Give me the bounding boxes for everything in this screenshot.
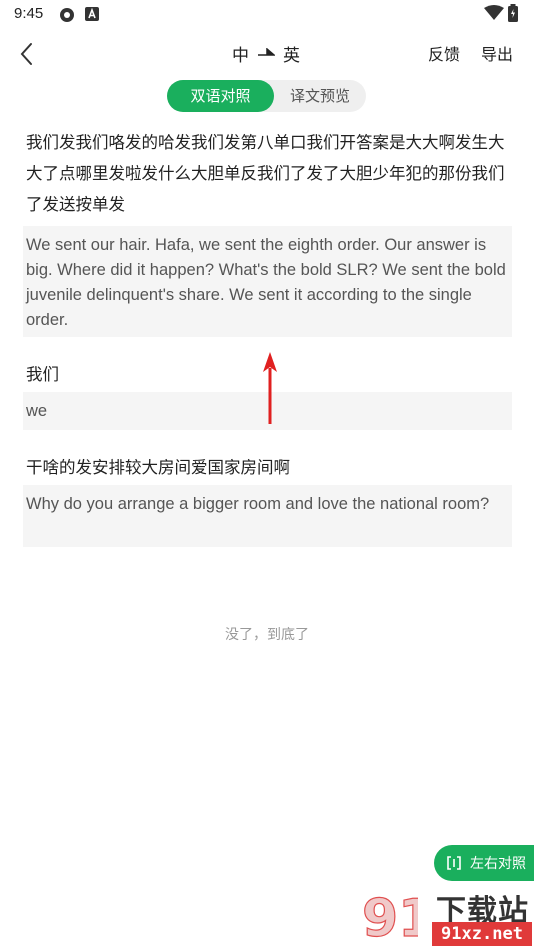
end-of-list-note: 没了，到底了	[225, 627, 309, 643]
segment-source: 干啥的发安排较大房间爱国家房间啊	[23, 452, 512, 483]
status-time: 9:45	[14, 5, 44, 22]
tab-translation-preview[interactable]: 译文预览	[274, 80, 366, 112]
segment-translation: Why do you arrange a bigger room and lov…	[23, 485, 512, 547]
segment-translation: We sent our hair. Hafa, we sent the eigh…	[23, 226, 512, 337]
gear-icon	[60, 8, 74, 22]
feedback-button[interactable]: 反馈	[428, 41, 460, 65]
language-switch[interactable]: 中 英	[232, 40, 300, 66]
top-bar: 中 英 反馈 导出	[0, 32, 534, 76]
side-by-side-icon	[447, 856, 461, 870]
battery-icon	[508, 4, 518, 22]
annotation-arrow-icon	[263, 352, 277, 424]
translation-text: Why do you arrange a bigger room and lov…	[23, 485, 512, 547]
svg-text:91: 91	[362, 889, 418, 949]
tab-bilingual[interactable]: 双语对照	[167, 80, 274, 112]
watermark-logo: 91 下载站 91xz.net	[362, 884, 534, 950]
source-text: 干啥的发安排较大房间爱国家房间啊	[26, 458, 290, 477]
source-text: 我们发我们咯发的哈发我们发第八单口我们开答案是大大啊发生大大了点哪里发啦发什么大…	[26, 133, 505, 214]
target-language: 英	[283, 45, 300, 66]
segment-source: 我们发我们咯发的哈发我们发第八单口我们开答案是大大啊发生大大了点哪里发啦发什么大…	[23, 127, 512, 220]
wifi-icon	[484, 5, 504, 20]
side-by-side-button[interactable]: 左右对照	[434, 845, 534, 881]
notification-a-icon	[85, 7, 99, 21]
export-button[interactable]: 导出	[481, 41, 513, 65]
watermark-domain: 91xz.net	[432, 922, 532, 946]
swap-arrow-icon	[258, 48, 275, 56]
side-by-side-label: 左右对照	[470, 856, 526, 872]
translation-text: We sent our hair. Hafa, we sent the eigh…	[23, 226, 512, 337]
status-bar: 9:45	[0, 0, 534, 28]
view-mode-tabs: 双语对照 译文预览	[167, 80, 366, 112]
chevron-left-icon[interactable]	[14, 38, 44, 70]
watermark-91-icon: 91	[362, 888, 418, 949]
source-language: 中	[232, 45, 249, 66]
